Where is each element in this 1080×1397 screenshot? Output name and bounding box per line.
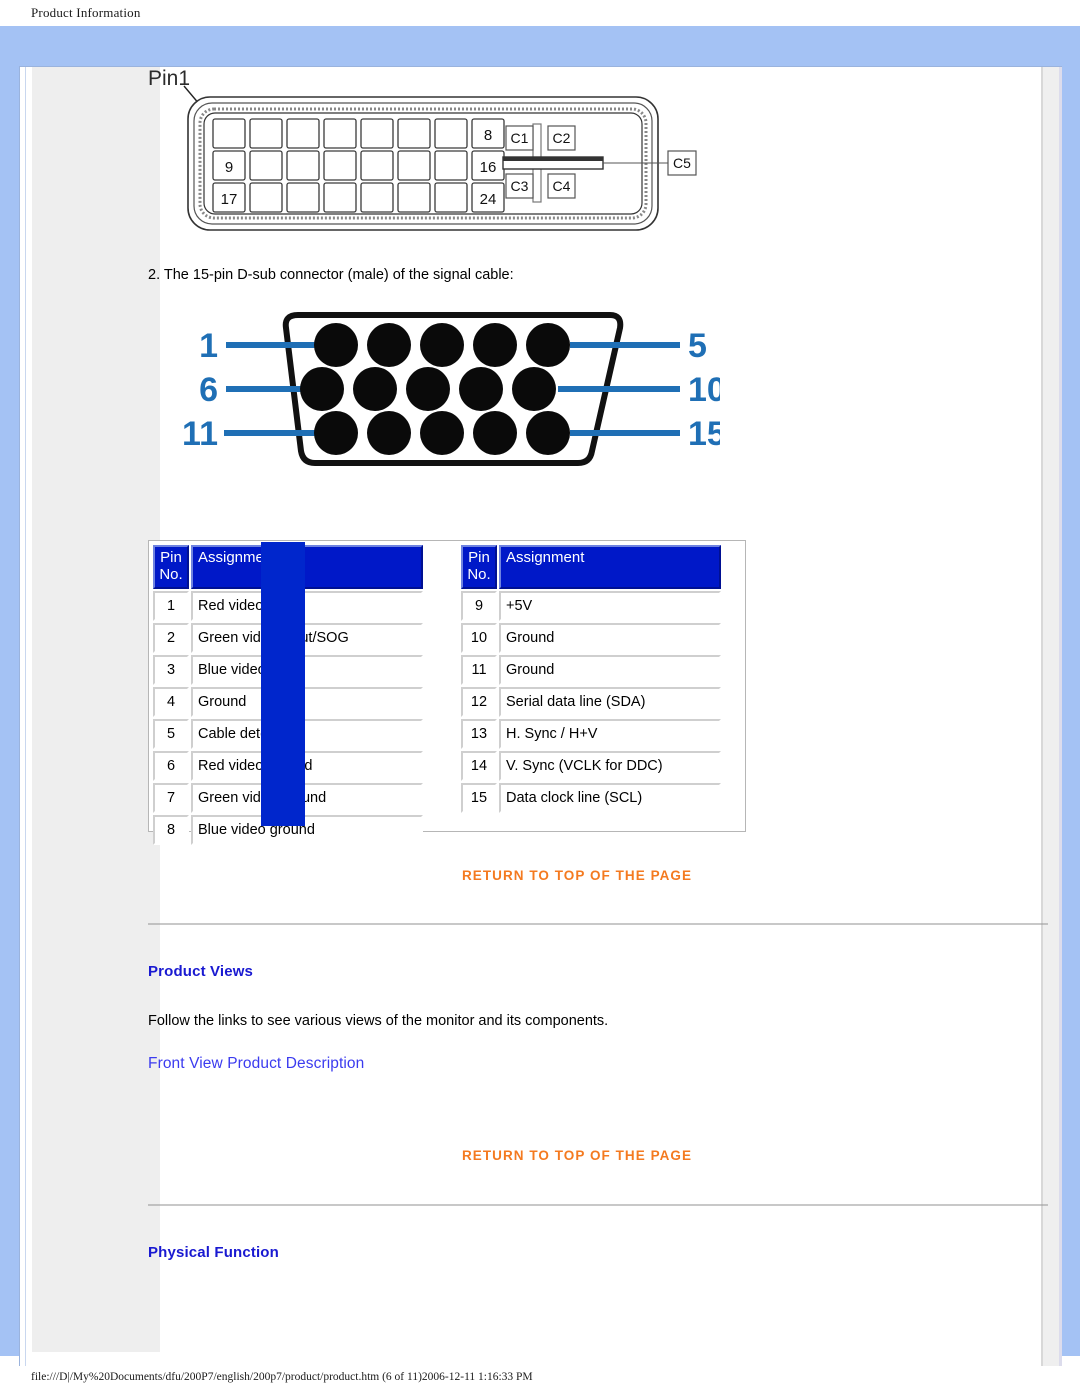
header-pin-line2: No.	[467, 565, 491, 583]
cell-assignment: Blue video input	[191, 654, 423, 685]
cell-pin: 15	[461, 782, 497, 813]
front-view-product-description-link[interactable]: Front View Product Description	[148, 1055, 364, 1073]
svg-text:9: 9	[225, 159, 233, 176]
print-footer-path: file:///D|/My%20Documents/dfu/200P7/engl…	[31, 1371, 533, 1383]
cell-assignment: Green video ground	[191, 782, 423, 813]
svg-text:C5: C5	[673, 155, 691, 171]
svg-text:6: 6	[199, 371, 218, 409]
cell-pin: 8	[153, 814, 189, 845]
product-views-heading: Product Views	[148, 963, 254, 980]
svg-text:C4: C4	[553, 178, 571, 194]
header-pin-no: Pin No.	[153, 545, 189, 589]
cell-pin: 6	[153, 750, 189, 781]
table-row: 11 Ground	[461, 654, 721, 685]
sidebar-column	[32, 67, 160, 1352]
header-pin-no: Pin No.	[461, 545, 497, 589]
return-to-top-link-1[interactable]: RETURN TO TOP OF THE PAGE	[462, 868, 692, 883]
section-divider-1	[148, 923, 1048, 925]
svg-text:10: 10	[688, 371, 720, 409]
svg-text:8: 8	[484, 127, 492, 144]
cell-pin: 14	[461, 750, 497, 781]
dsub-connector-drawing: 1 6 11 5 10 15	[182, 312, 726, 466]
scrollbar-edge-right	[1059, 67, 1062, 1368]
pin-table-right: Pin No. Assignment 9 +5V 10 Ground 11 Groun…	[459, 543, 723, 815]
cell-pin: 9	[461, 590, 497, 621]
cell-pin: 7	[153, 782, 189, 813]
cell-assignment: H. Sync / H+V	[499, 718, 721, 749]
cell-assignment: Cable detect	[191, 718, 423, 749]
cell-assignment: Ground	[499, 654, 721, 685]
cell-pin: 1	[153, 590, 189, 621]
svg-text:1: 1	[199, 327, 218, 365]
cell-pin: 3	[153, 654, 189, 685]
header-pin-line1: Pin	[160, 549, 182, 566]
svg-text:11: 11	[182, 415, 218, 453]
cell-assignment: Blue video ground	[191, 814, 423, 845]
svg-text:C3: C3	[511, 178, 529, 194]
cell-assignment: V. Sync (VCLK for DDC)	[499, 750, 721, 781]
product-views-paragraph: Follow the links to see various views of…	[148, 1013, 609, 1029]
cell-assignment: Green video input/SOG	[191, 622, 423, 653]
cell-pin: 13	[461, 718, 497, 749]
dvi-connector-figure: Pin1 8 16 24 9 17 C1 C2 C3 C4 C5	[148, 64, 748, 254]
dvi-pin1-label: Pin1	[148, 67, 191, 90]
table-row: 15 Data clock line (SCL)	[461, 782, 721, 813]
table-header-row: Pin No. Assignment	[461, 545, 721, 589]
svg-text:24: 24	[480, 191, 497, 208]
cell-assignment: Red video input	[191, 590, 423, 621]
svg-text:C1: C1	[511, 130, 529, 146]
cell-assignment: +5V	[499, 590, 721, 621]
cell-assignment: Data clock line (SCL)	[499, 782, 721, 813]
dsub-intro-text: 2. The 15-pin D-sub connector (male) of …	[148, 267, 514, 283]
cell-pin: 4	[153, 686, 189, 717]
table-row: 10 Ground	[461, 622, 721, 653]
section-divider-2	[148, 1204, 1048, 1206]
vertical-scrollbar[interactable]	[1043, 67, 1059, 1368]
dvi-connector-drawing: 8 16 24 9 17 C1 C2 C3 C4 C5	[183, 85, 697, 231]
cell-assignment: Serial data line (SDA)	[499, 686, 721, 717]
page-left-rule	[25, 67, 26, 1367]
cell-pin: 10	[461, 622, 497, 653]
header-pin-line1: Pin	[468, 549, 490, 566]
table-row: 9 +5V	[461, 590, 721, 621]
page-frame: Pin 1 8 16 24 9 17 C1 C2 C3 C4 C5 2. The …	[0, 26, 1080, 1368]
cell-assignment: Ground	[499, 622, 721, 653]
cell-pin: 2	[153, 622, 189, 653]
svg-text:17: 17	[221, 191, 238, 208]
cell-pin: 12	[461, 686, 497, 717]
print-header: Product Information	[0, 0, 1080, 26]
svg-text:5: 5	[688, 327, 707, 365]
physical-function-heading: Physical Function	[148, 1244, 279, 1261]
svg-text:C2: C2	[553, 130, 571, 146]
header-assignment: Assignment	[499, 545, 721, 589]
svg-text:15: 15	[688, 415, 720, 453]
pin-assignment-tables: Pin No. Assignment 1 Red video input 2 Gre…	[148, 540, 746, 845]
svg-text:16: 16	[480, 159, 497, 176]
table-spacer-column	[261, 542, 305, 826]
dsub-connector-figure: 1 6 11 5 10 15	[180, 301, 726, 486]
table-row: 13 H. Sync / H+V	[461, 718, 721, 749]
table-row: 12 Serial data line (SDA)	[461, 686, 721, 717]
print-footer: file:///D|/My%20Documents/dfu/200P7/engl…	[0, 1366, 1080, 1397]
header-assignment: Assignment	[191, 545, 423, 589]
return-to-top-link-2[interactable]: RETURN TO TOP OF THE PAGE	[462, 1148, 692, 1163]
cell-pin: 11	[461, 654, 497, 685]
table-row: 14 V. Sync (VCLK for DDC)	[461, 750, 721, 781]
cell-pin: 5	[153, 718, 189, 749]
cell-assignment: Ground	[191, 686, 423, 717]
header-pin-line2: No.	[159, 565, 183, 583]
cell-assignment: Red video ground	[191, 750, 423, 781]
print-header-title: Product Information	[31, 5, 141, 20]
